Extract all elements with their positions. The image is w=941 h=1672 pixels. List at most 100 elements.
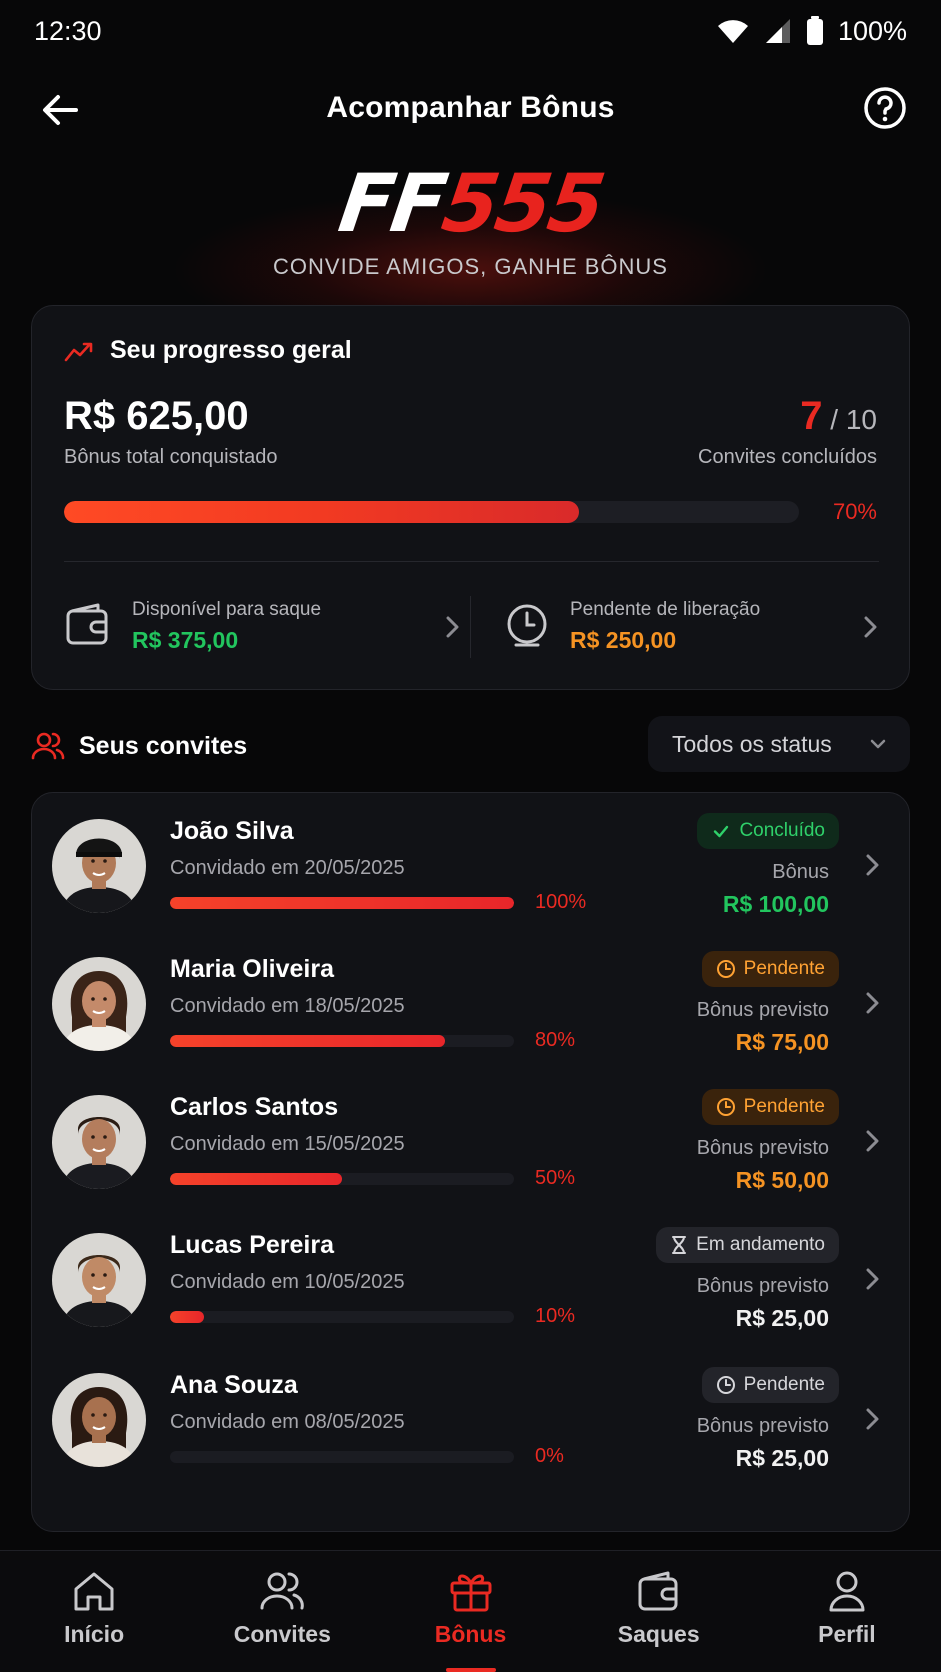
pending-label: Pendente de liberação	[570, 598, 761, 620]
invite-progress-bar	[170, 1173, 514, 1185]
nav-label: Saques	[617, 1621, 700, 1647]
clock-icon	[716, 1098, 735, 1116]
chevron-right-icon	[866, 992, 879, 1014]
nav-label: Convites	[233, 1621, 331, 1647]
invite-date: Convidado em 20/05/2025	[170, 857, 405, 879]
bottom-nav: Início Convites Bônus Saques Perfil	[0, 1550, 941, 1672]
status-filter-label: Todos os status	[672, 730, 832, 757]
nav-item-saques[interactable]: Saques	[565, 1551, 753, 1672]
bonus-label: Bônus previsto	[696, 999, 829, 1021]
battery-percent: 100%	[837, 15, 907, 46]
nav-item-perfil[interactable]: Perfil	[753, 1551, 941, 1672]
invite-date: Convidado em 08/05/2025	[170, 1411, 405, 1433]
invite-name: Carlos Santos	[170, 1093, 339, 1121]
pending-text: Pendente de liberação R$ 250,00	[570, 599, 760, 654]
pending-value: R$ 250,00	[570, 626, 677, 653]
brand-logo: FF555	[333, 157, 608, 250]
status-badge-label: Concluído	[739, 820, 825, 841]
users-icon	[31, 732, 65, 760]
avatar	[52, 819, 146, 913]
chevron-right-icon	[866, 1130, 879, 1152]
hourglass-icon	[672, 1236, 687, 1254]
total-bonus-label: Bônus total conquistado	[64, 446, 278, 468]
avatar	[52, 1233, 146, 1327]
avatar	[52, 957, 146, 1051]
invite-date: Convidado em 15/05/2025	[170, 1133, 405, 1155]
invites-total: / 10	[830, 404, 877, 435]
status-badge-label: Pendente	[743, 1096, 825, 1117]
wallet-icon	[638, 1571, 678, 1611]
bonus-value: R$ 100,00	[722, 891, 829, 917]
invite-row[interactable]: Ana Souza Convidado em 08/05/2025 0% Pen…	[32, 1347, 911, 1493]
avatar	[52, 1373, 146, 1467]
invite-progress-percent: 0%	[535, 1445, 564, 1467]
home-icon	[74, 1572, 114, 1611]
bonus-value: R$ 75,00	[735, 1029, 829, 1055]
overall-progress-fill	[64, 501, 579, 523]
help-icon[interactable]	[863, 86, 907, 130]
pending-release-button[interactable]: Pendente de liberação R$ 250,00	[502, 581, 882, 671]
invite-row[interactable]: Lucas Pereira Convidado em 10/05/2025 10…	[32, 1207, 911, 1353]
invite-progress-percent: 50%	[535, 1167, 576, 1189]
hero-tagline: CONVIDE AMIGOS, GANHE BÔNUS	[273, 254, 668, 279]
invite-progress-percent: 80%	[535, 1029, 576, 1051]
invite-name: Lucas Pereira	[170, 1231, 334, 1259]
trend-up-icon	[64, 342, 93, 361]
invite-row[interactable]: Maria Oliveira Convidado em 18/05/2025 8…	[32, 931, 911, 1077]
invite-progress-fill	[170, 897, 514, 909]
app-header: Acompanhar Bônus	[0, 70, 941, 146]
nav-label: Início	[64, 1621, 125, 1647]
status-icons: 100%	[716, 16, 907, 47]
status-badge-label: Em andamento	[696, 1234, 825, 1255]
bonus-label: Bônus previsto	[696, 1415, 829, 1437]
gift-icon	[450, 1574, 491, 1612]
available-value: R$ 375,00	[132, 626, 239, 653]
invite-progress-bar	[170, 1311, 514, 1323]
bonus-label: Bônus previsto	[696, 1137, 829, 1159]
page-title: Acompanhar Bônus	[326, 91, 615, 124]
nav-label: Bônus	[434, 1621, 507, 1647]
chevron-down-icon	[870, 739, 886, 749]
divider	[64, 561, 879, 562]
hero-banner: FF555 CONVIDE AMIGOS, GANHE BÔNUS	[0, 150, 941, 350]
nav-item-convites[interactable]: Convites	[188, 1551, 376, 1672]
overall-progress-percent: 70%	[832, 499, 877, 524]
invites-count: 7 / 10	[800, 394, 877, 439]
wallet-icon	[66, 603, 108, 645]
status-filter-dropdown[interactable]: Todos os status	[648, 716, 910, 772]
nav-item-bonus[interactable]: Bônus	[376, 1551, 564, 1672]
invites-done: 7	[800, 394, 823, 438]
status-badge-label: Pendente	[743, 1374, 825, 1395]
chevron-right-icon	[866, 854, 879, 876]
invite-name: João Silva	[170, 817, 294, 845]
bonus-value: R$ 50,00	[735, 1167, 829, 1193]
chevron-right-icon	[864, 616, 877, 638]
status-time: 12:30	[34, 15, 102, 46]
vertical-divider	[470, 596, 471, 658]
chevron-right-icon	[866, 1408, 879, 1430]
invite-row[interactable]: Carlos Santos Convidado em 15/05/2025 50…	[32, 1069, 911, 1215]
bonus-value: R$ 25,00	[735, 1445, 829, 1471]
invite-progress-fill	[170, 1173, 342, 1185]
status-badge: Concluído	[697, 813, 839, 849]
invite-progress-bar	[170, 897, 514, 909]
back-arrow-icon[interactable]	[38, 88, 82, 132]
invite-row[interactable]: João Silva Convidado em 20/05/2025 100% …	[32, 793, 911, 939]
invite-progress-percent: 100%	[535, 891, 587, 913]
clock-icon	[507, 604, 547, 647]
invite-progress-fill	[170, 1311, 205, 1323]
invite-progress-bar	[170, 1451, 514, 1463]
nav-item-inicio[interactable]: Início	[0, 1551, 188, 1672]
available-label: Disponível para saque	[132, 598, 322, 620]
available-text: Disponível para saque R$ 375,00	[132, 599, 321, 654]
active-nav-indicator	[446, 1668, 496, 1672]
available-withdraw-button[interactable]: Disponível para saque R$ 375,00	[64, 581, 464, 671]
status-badge: Em andamento	[656, 1227, 839, 1263]
clock-icon	[716, 1376, 735, 1394]
bonus-label: Bônus previsto	[696, 1275, 829, 1297]
battery-icon	[806, 16, 823, 45]
signal-icon	[765, 19, 790, 43]
overall-progress-bar	[64, 501, 799, 523]
invites-label: Convites concluídos	[698, 446, 877, 468]
bonus-value: R$ 25,00	[735, 1305, 829, 1331]
